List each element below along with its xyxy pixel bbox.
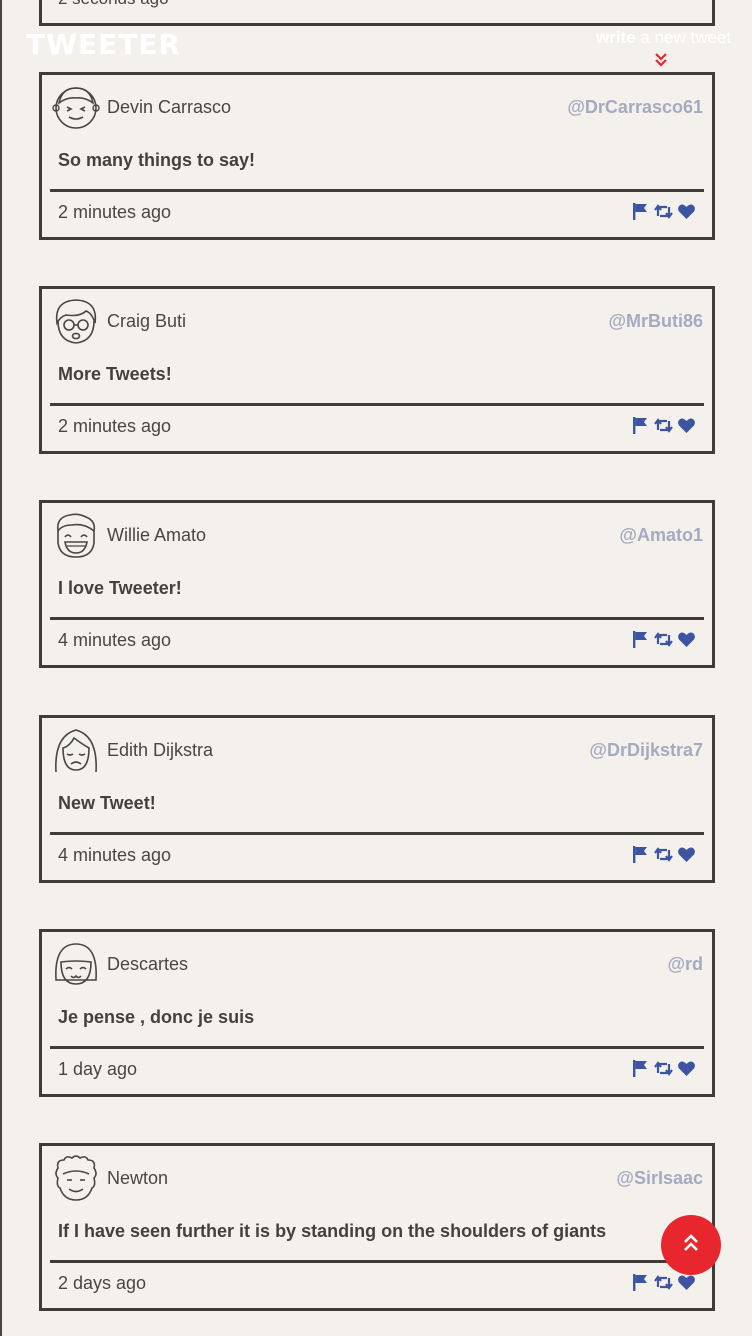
- chevron-double-down-icon[interactable]: [653, 52, 669, 68]
- tweet-card: Descartes @rd Je pense , donc je suis 1 …: [39, 929, 715, 1097]
- retweet-icon[interactable]: [654, 1059, 673, 1078]
- retweet-icon[interactable]: [654, 630, 673, 649]
- tweet-time: 2 minutes ago: [58, 202, 172, 222]
- flag-icon[interactable]: [631, 845, 650, 864]
- tweet-text: So many things to say!: [58, 150, 256, 170]
- top-nav-bar: TWEETER write a new tweet: [0, 26, 752, 72]
- tweet-actions: [636, 0, 696, 3]
- heart-icon[interactable]: [677, 202, 696, 221]
- flag-icon[interactable]: [631, 416, 650, 435]
- tweet-card: Craig Buti @MrButi86 More Tweets! 2 minu…: [39, 286, 715, 454]
- tweet-card: Devin Carrasco @DrCarrasco61 So many thi…: [39, 72, 715, 240]
- heart-icon[interactable]: [677, 416, 696, 435]
- tweet-text: I love Tweeter!: [58, 578, 182, 598]
- tweet-divider: [50, 1046, 704, 1049]
- author-name: Willie Amato: [107, 525, 207, 545]
- author-handle: @DrDijkstra7: [589, 740, 703, 760]
- curly-hair-face-avatar-icon: [52, 1154, 100, 1202]
- tweet-divider: [50, 617, 704, 620]
- tweet-actions: [631, 845, 696, 864]
- flag-icon[interactable]: [631, 1273, 650, 1292]
- author-handle: @MrButi86: [608, 311, 703, 331]
- author-name: Descartes: [107, 954, 189, 974]
- scroll-to-top-button[interactable]: [661, 1215, 721, 1275]
- heart-icon[interactable]: [677, 845, 696, 864]
- tweet-text: New Tweet!: [58, 793, 156, 813]
- tweet-card: Willie Amato @Amato1 I love Tweeter! 4 m…: [39, 500, 715, 668]
- tweet-text: Je pense , donc je suis: [58, 1007, 255, 1027]
- author-name: Devin Carrasco: [107, 97, 232, 117]
- author-handle: @rd: [667, 954, 703, 974]
- tweet-actions: [631, 630, 696, 649]
- author-handle: @SirIsaac: [616, 1168, 703, 1188]
- retweet-icon[interactable]: [654, 416, 673, 435]
- app-logo[interactable]: TWEETER: [26, 28, 181, 61]
- tweet-text: More Tweets!: [58, 364, 172, 384]
- tweet-time: 4 minutes ago: [58, 845, 172, 865]
- tweet-time: 1 day ago: [58, 1059, 138, 1079]
- author-name: Newton: [107, 1168, 169, 1188]
- flag-icon[interactable]: [631, 630, 650, 649]
- flag-icon[interactable]: [631, 202, 650, 221]
- tweet-time: 2 minutes ago: [58, 416, 172, 436]
- tweet-divider: [50, 189, 704, 192]
- author-handle: @Amato1: [619, 525, 703, 545]
- tweet-time: 4 minutes ago: [58, 630, 172, 650]
- chevron-double-up-icon: [680, 1232, 702, 1259]
- bob-hair-face-avatar-icon: [52, 940, 100, 988]
- tweet-time: 2 days ago: [58, 1273, 147, 1293]
- heart-icon[interactable]: [677, 630, 696, 649]
- smiling-face-avatar-icon: [52, 83, 100, 131]
- heart-icon[interactable]: [677, 1059, 696, 1078]
- write-new-tweet-link[interactable]: write a new tweet: [596, 28, 731, 48]
- heart-icon[interactable]: [677, 1273, 696, 1292]
- tweet-list: 2 seconds ago Devin Carrasco @DrCarrasco…: [0, 0, 752, 1336]
- tweet-actions: [631, 1273, 696, 1292]
- tweet-divider: [50, 832, 704, 835]
- tweet-actions: [631, 202, 696, 221]
- tweet-time: 2 seconds ago: [58, 0, 169, 9]
- compose-link-rest: a new tweet: [635, 28, 732, 47]
- tweet-actions: [631, 1059, 696, 1078]
- tweet-divider: [50, 1260, 704, 1263]
- retweet-icon[interactable]: [654, 1273, 673, 1292]
- retweet-icon[interactable]: [654, 202, 673, 221]
- compose-link-strong: write: [596, 28, 636, 47]
- tweet-card: Newton @SirIsaac If I have seen further …: [39, 1143, 715, 1311]
- tweet-actions: [631, 416, 696, 435]
- retweet-icon[interactable]: [654, 845, 673, 864]
- long-hair-face-avatar-icon: [52, 726, 100, 774]
- tweet-card-partial: 2 seconds ago: [39, 0, 715, 26]
- glasses-face-avatar-icon: [52, 297, 100, 345]
- author-handle: @DrCarrasco61: [567, 97, 703, 117]
- author-name: Craig Buti: [107, 311, 187, 331]
- author-name: Edith Dijkstra: [107, 740, 214, 760]
- tweet-card: Edith Dijkstra @DrDijkstra7 New Tweet! 4…: [39, 715, 715, 883]
- tweet-divider: [50, 403, 704, 406]
- flag-icon[interactable]: [631, 1059, 650, 1078]
- laughing-face-avatar-icon: [52, 511, 100, 559]
- tweet-text: If I have seen further it is by standing…: [58, 1221, 607, 1241]
